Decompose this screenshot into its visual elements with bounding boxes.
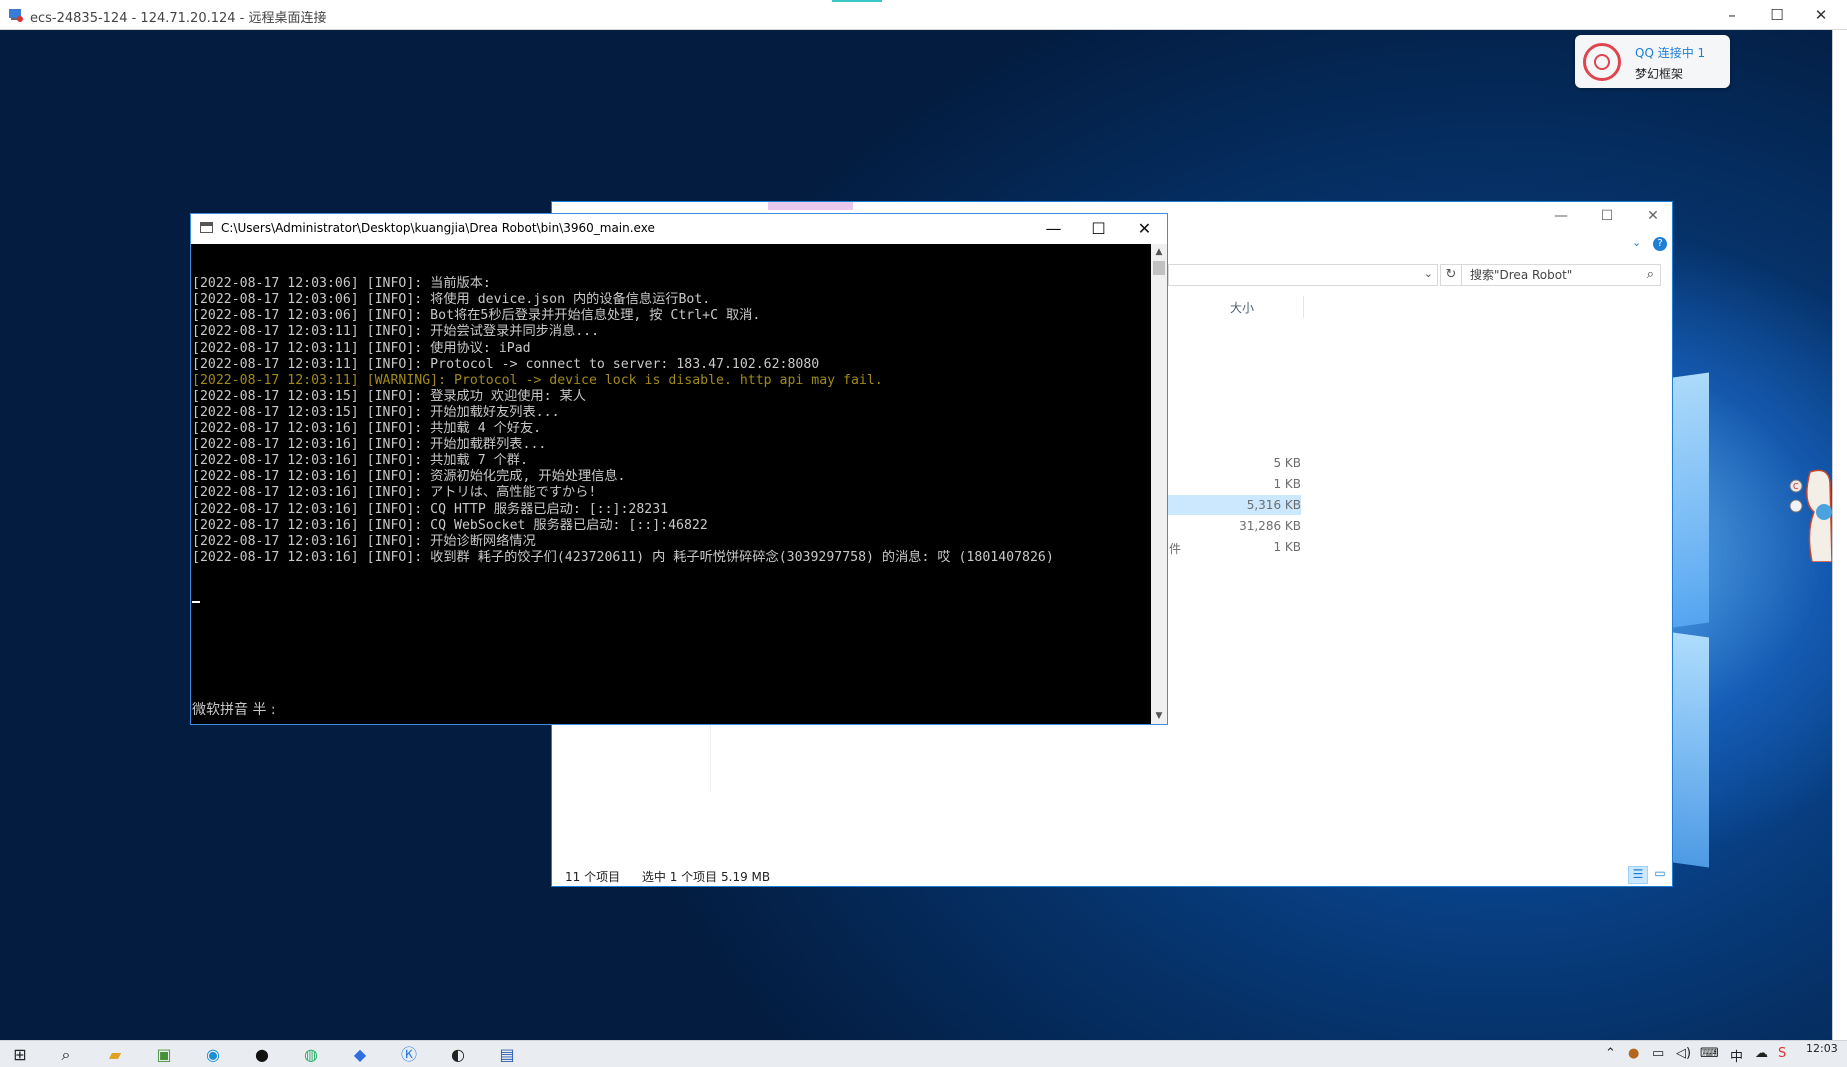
scroll-thumb[interactable] (1153, 261, 1165, 275)
qq-icon[interactable]: ● (242, 1043, 282, 1067)
file-explorer-icon[interactable]: ▰ (95, 1043, 135, 1067)
volume-icon[interactable]: ◁) (1676, 1046, 1691, 1061)
item-count: 11 个项目 (565, 870, 621, 884)
console-log: [2022-08-17 12:03:06] [INFO]: 当前版本: [2022… (192, 276, 1151, 566)
console-title-bar[interactable]: C:\Users\Administrator\Desktop\kuangjia\… (191, 214, 1167, 244)
app-icon[interactable]: ▣ (144, 1043, 184, 1067)
windows-logo-pane (1673, 372, 1709, 628)
console-line: [2022-08-17 12:03:16] [INFO]: 共加载 4 个好友. (192, 421, 542, 437)
explorer-minimize-button[interactable]: — (1546, 208, 1576, 228)
status-bar: 11 个项目 选中 1 个项目 5.19 MB (565, 868, 788, 885)
rdp-title-bar: ecs-24835-124 - 124.71.20.124 - 远程桌面连接 –… (0, 0, 1847, 30)
edge-icon[interactable]: ◉ (193, 1043, 233, 1067)
qq-connection-status: QQ 连接中 1 (1635, 46, 1706, 60)
rdp-right-scrollbar[interactable] (1832, 30, 1847, 1040)
explorer-maximize-button[interactable]: ☐ (1592, 208, 1622, 228)
file-size[interactable]: 5 KB (1192, 453, 1301, 473)
search-input[interactable]: 搜索"Drea Robot" ⌕ (1461, 264, 1661, 286)
file-size-selected[interactable]: 5,316 KB (1166, 495, 1301, 515)
console-line: [2022-08-17 12:03:16] [INFO]: 收到群 耗子的饺子们… (192, 549, 1054, 565)
qq-notification[interactable]: QQ 连接中 1 梦幻框架 (1575, 35, 1730, 88)
scroll-up-icon[interactable]: ▲ (1151, 244, 1167, 260)
console-line: [2022-08-17 12:03:06] [INFO]: Bot将在5秒后登录… (192, 308, 761, 324)
console-app-icon (200, 222, 213, 233)
ribbon-expand-icon[interactable]: ⌄ (1632, 236, 1641, 249)
search-icon[interactable]: ⌕ (46, 1043, 86, 1067)
feishu-icon[interactable]: ◆ (340, 1043, 380, 1067)
rdp-maximize-button[interactable]: ☐ (1757, 4, 1797, 26)
console-line: [2022-08-17 12:03:11] [INFO]: Protocol -… (192, 356, 820, 372)
console-close-button[interactable]: ✕ (1122, 214, 1167, 244)
rdp-window-title: ecs-24835-124 - 124.71.20.124 - 远程桌面连接 (30, 11, 327, 26)
wechat-icon[interactable]: ◍ (291, 1043, 331, 1067)
column-divider[interactable] (1303, 296, 1304, 318)
console-line: [2022-08-17 12:03:16] [INFO]: 开始加载群列表... (192, 437, 547, 453)
chevron-down-icon[interactable]: ⌄ (1424, 267, 1433, 280)
console-line: [2022-08-17 12:03:16] [INFO]: アトリは、高性能です… (192, 485, 597, 501)
rdp-accent-line (832, 0, 882, 2)
steam-icon[interactable]: ◐ (438, 1043, 478, 1067)
tray-s-icon[interactable]: S (1778, 1046, 1786, 1061)
clock[interactable]: 12:03 (1806, 1042, 1838, 1055)
details-view-icon[interactable]: ☰ (1628, 866, 1648, 884)
search-icon: ⌕ (1646, 267, 1654, 282)
remote-desktop-icon[interactable]: ▤ (487, 1043, 527, 1067)
search-placeholder: 搜索"Drea Robot" (1470, 268, 1573, 282)
console-minimize-button[interactable]: — (1031, 214, 1076, 244)
svg-text:C: C (1793, 482, 1799, 491)
console-line: [2022-08-17 12:03:16] [INFO]: 共加载 7 个群. (192, 453, 528, 469)
input-method-icon[interactable]: 中 (1730, 1046, 1743, 1065)
tray-overflow-icon[interactable]: ⌃ (1605, 1046, 1616, 1061)
console-line: [2022-08-17 12:03:11] [INFO]: 开始尝试登录并同步消… (192, 324, 600, 340)
network-icon[interactable]: ▭ (1652, 1046, 1664, 1061)
rdp-close-button[interactable]: ✕ (1801, 4, 1841, 26)
tray-cloud-icon[interactable]: ☁ (1755, 1046, 1768, 1061)
scroll-down-icon[interactable]: ▼ (1151, 708, 1167, 724)
console-line: [2022-08-17 12:03:16] [INFO]: CQ WebSock… (192, 517, 708, 533)
refresh-icon[interactable]: ↻ (1440, 264, 1462, 286)
tray-app-icon[interactable]: ● (1628, 1046, 1639, 1061)
rdp-minimize-button[interactable]: – (1712, 4, 1752, 26)
column-header-size[interactable]: 大小 (1230, 299, 1254, 316)
windows-logo-pane (1673, 632, 1709, 868)
file-size[interactable]: 1 KB (1192, 537, 1301, 557)
console-line: [2022-08-17 12:03:16] [INFO]: CQ HTTP 服务… (192, 501, 669, 517)
help-icon[interactable]: ? (1653, 237, 1667, 251)
explorer-close-button[interactable]: ✕ (1638, 208, 1668, 228)
console-warning-line: [2022-08-17 12:03:11] [WARNING]: Protoco… (192, 372, 883, 388)
qq-account-name: 梦幻框架 (1635, 67, 1684, 81)
qq-logo-icon (1583, 43, 1621, 81)
file-size[interactable]: 31,286 KB (1192, 516, 1301, 536)
selection-info: 选中 1 个项目 5.19 MB (641, 870, 771, 884)
ime-status: 微软拼音 半 : (192, 702, 276, 718)
desktop-mascot-icon[interactable]: C (1788, 452, 1832, 562)
console-line: [2022-08-17 12:03:15] [INFO]: 登录成功 欢迎使用:… (192, 388, 586, 404)
console-window[interactable]: C:\Users\Administrator\Desktop\kuangjia\… (190, 213, 1168, 725)
explorer-ribbon-tab[interactable] (768, 202, 853, 210)
console-title: C:\Users\Administrator\Desktop\kuangjia\… (221, 221, 655, 235)
console-output[interactable]: [2022-08-17 12:03:06] [INFO]: 当前版本: [2022… (192, 244, 1151, 724)
taskbar: ⊞ ⌕ ▰ ▣ ◉ ● ◍ ◆ Ⓚ ◐ ▤ ⌃ ● ▭ ◁) ⌨ 中 ☁ S 1… (0, 1040, 1847, 1067)
console-line: [2022-08-17 12:03:11] [INFO]: 使用协议: iPad (192, 340, 531, 356)
start-icon[interactable]: ⊞ (0, 1043, 40, 1067)
console-maximize-button[interactable]: ☐ (1076, 214, 1121, 244)
file-size[interactable]: 1 KB (1192, 474, 1301, 494)
address-bar[interactable]: ⌄ (1168, 264, 1438, 286)
console-line: [2022-08-17 12:03:16] [INFO]: 资源初始化完成, 开… (192, 469, 626, 485)
console-line: [2022-08-17 12:03:16] [INFO]: 开始诊断网络情况 (192, 533, 536, 549)
app-k-icon[interactable]: Ⓚ (389, 1043, 429, 1067)
console-line: [2022-08-17 12:03:06] [INFO]: 将使用 device… (192, 292, 711, 308)
console-line: [2022-08-17 12:03:06] [INFO]: 当前版本: (192, 276, 491, 292)
console-scrollbar[interactable]: ▲ ▼ (1151, 244, 1167, 724)
console-line: [2022-08-17 12:03:15] [INFO]: 开始加载好友列表..… (192, 404, 560, 420)
file-type-fragment: 件 (1169, 542, 1182, 556)
console-cursor (192, 601, 200, 604)
remote-desktop-icon (9, 9, 23, 22)
large-icons-view-icon[interactable]: ▭ (1650, 866, 1670, 884)
keyboard-icon[interactable]: ⌨ (1700, 1046, 1719, 1061)
